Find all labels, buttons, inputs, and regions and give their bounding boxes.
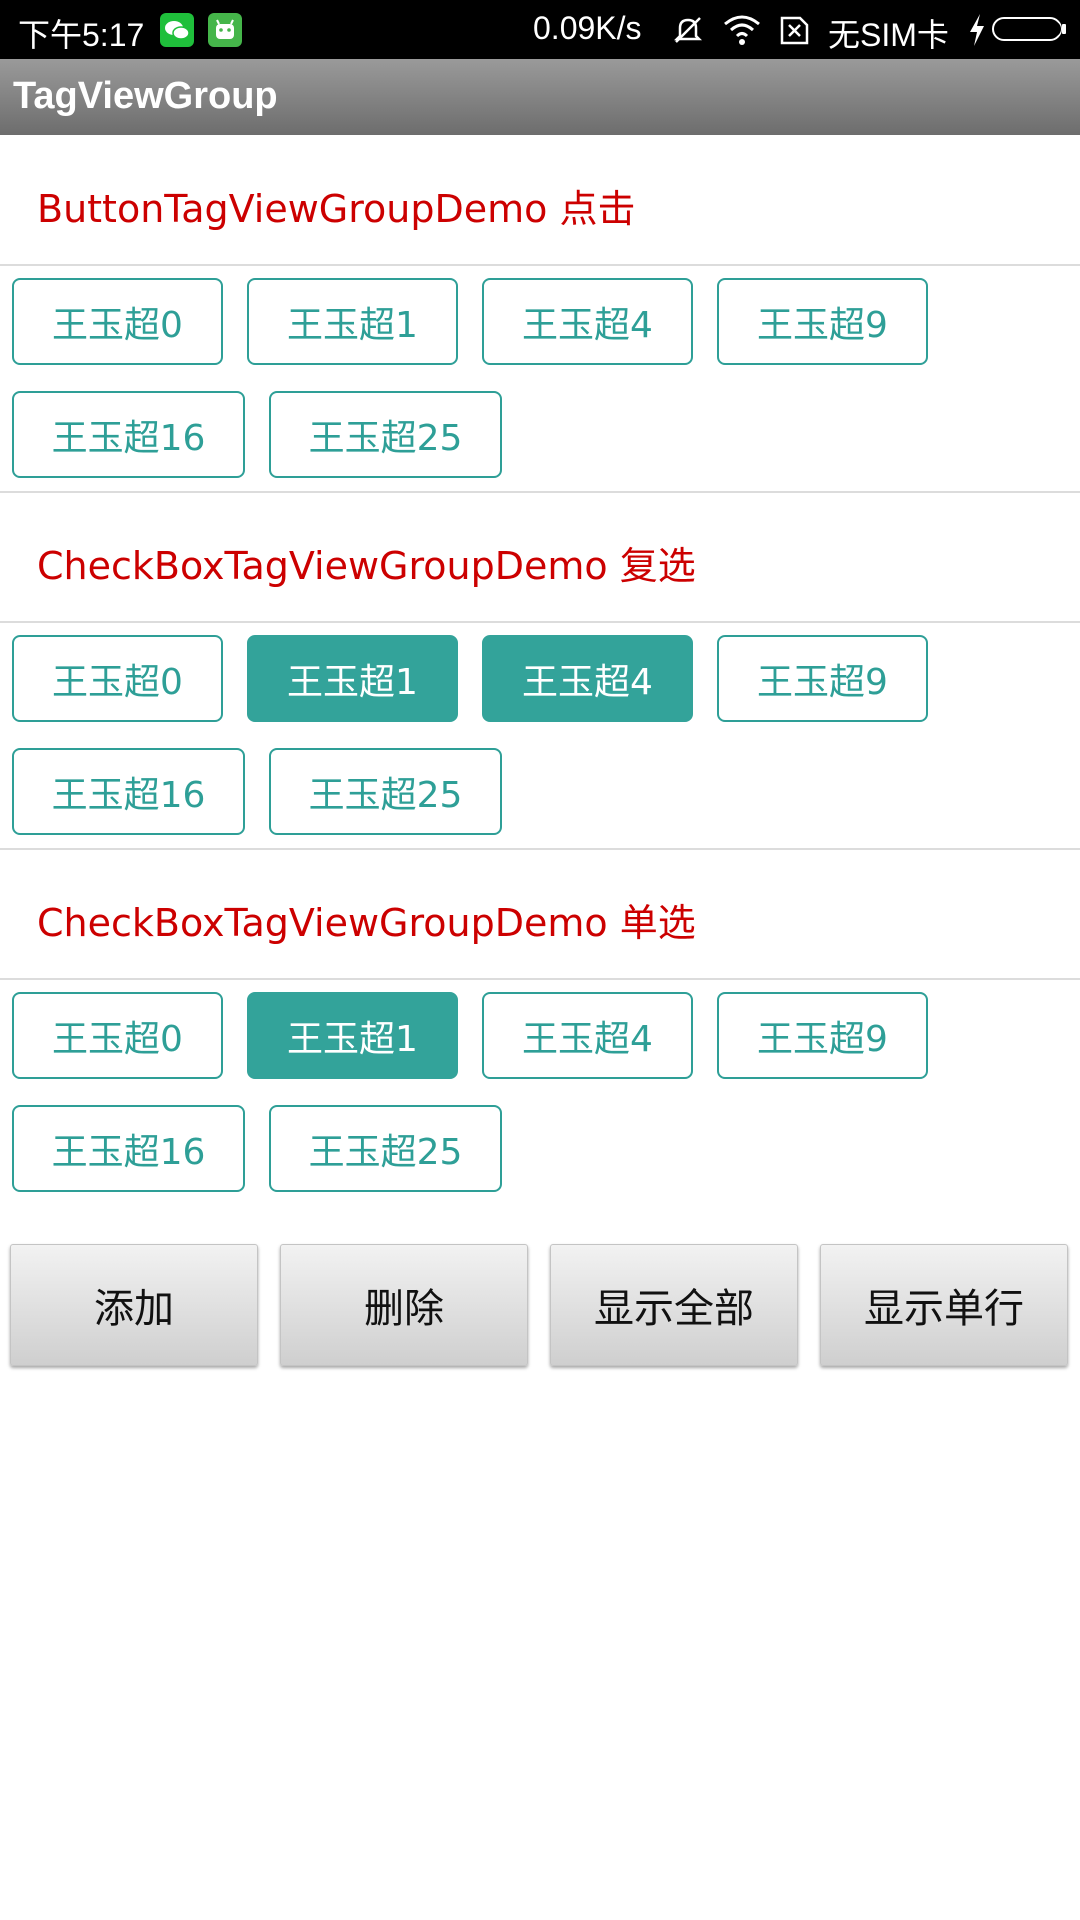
wifi-icon	[722, 12, 762, 56]
tag-radio-checked[interactable]: 王玉超1	[247, 992, 458, 1079]
add-button[interactable]: 添加	[10, 1244, 258, 1366]
tag-radio[interactable]: 王玉超0	[12, 992, 223, 1079]
section-title-button-demo: ButtonTagViewGroupDemo 点击	[37, 187, 636, 231]
tag-checkbox[interactable]: 王玉超16	[12, 748, 245, 835]
battery-icon	[992, 17, 1062, 41]
tag-button[interactable]: 王玉超16	[12, 391, 245, 478]
divider	[0, 978, 1080, 980]
action-bar: TagViewGroup	[0, 59, 1080, 135]
tag-button[interactable]: 王玉超4	[482, 278, 693, 365]
tag-button[interactable]: 王玉超1	[247, 278, 458, 365]
status-time: 下午5:17	[18, 17, 145, 53]
tag-checkbox[interactable]: 王玉超25	[269, 748, 502, 835]
show-all-button[interactable]: 显示全部	[550, 1244, 798, 1366]
divider	[0, 491, 1080, 493]
tag-radio[interactable]: 王玉超9	[717, 992, 928, 1079]
network-speed: 0.09K/s	[533, 10, 642, 46]
android-icon	[208, 13, 242, 47]
wechat-icon	[160, 13, 194, 47]
tag-button[interactable]: 王玉超0	[12, 278, 223, 365]
divider	[0, 621, 1080, 623]
divider	[0, 264, 1080, 266]
charging-icon	[966, 12, 988, 56]
tag-checkbox[interactable]: 王玉超9	[717, 635, 928, 722]
battery-tip	[1062, 24, 1066, 34]
tag-radio[interactable]: 王玉超16	[12, 1105, 245, 1192]
tag-button[interactable]: 王玉超25	[269, 391, 502, 478]
show-single-line-button[interactable]: 显示单行	[820, 1244, 1068, 1366]
tag-checkbox[interactable]: 王玉超0	[12, 635, 223, 722]
carrier-label: 无SIM卡	[828, 17, 949, 53]
tag-radio[interactable]: 王玉超25	[269, 1105, 502, 1192]
section-title-single-select: CheckBoxTagViewGroupDemo 单选	[37, 901, 696, 945]
delete-button[interactable]: 删除	[280, 1244, 528, 1366]
tag-radio[interactable]: 王玉超4	[482, 992, 693, 1079]
tag-checkbox-checked[interactable]: 王玉超1	[247, 635, 458, 722]
divider	[0, 848, 1080, 850]
battery-level	[996, 21, 1061, 37]
tag-button[interactable]: 王玉超9	[717, 278, 928, 365]
section-title-multi-select: CheckBoxTagViewGroupDemo 复选	[37, 544, 696, 588]
tag-checkbox-checked[interactable]: 王玉超4	[482, 635, 693, 722]
app-title: TagViewGroup	[13, 75, 278, 117]
no-sim-icon	[776, 12, 812, 56]
status-bar: 下午5:17 0.09K/s 无SIM卡	[0, 0, 1080, 59]
mute-icon	[670, 12, 706, 56]
